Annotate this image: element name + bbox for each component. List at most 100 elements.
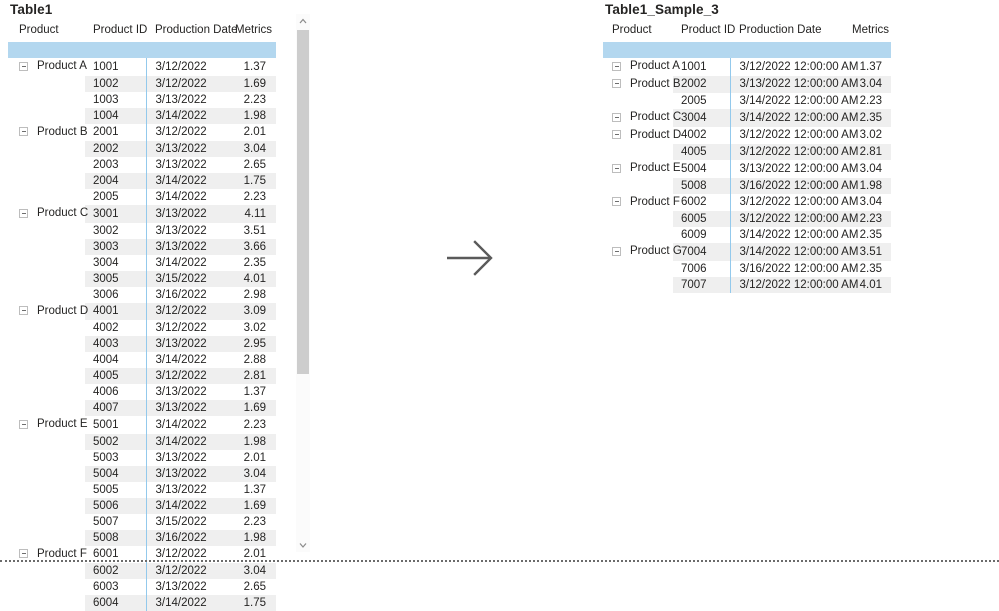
table-row[interactable]: 6005 3/12/2022 12:00:00 AM 2.23: [603, 211, 891, 227]
minus-box-icon[interactable]: [612, 112, 621, 122]
table-row[interactable]: 4002 3/12/2022 3.02: [8, 320, 276, 336]
cell-product: Product E: [8, 416, 88, 434]
table-row[interactable]: 2004 3/14/2022 1.75: [8, 173, 276, 189]
table-row[interactable]: 6009 3/14/2022 12:00:00 AM 2.35: [603, 227, 891, 243]
table-row[interactable]: Product A 1001 3/12/2022 1.37: [8, 58, 276, 76]
cell-product: [8, 368, 85, 384]
minus-box-icon[interactable]: [612, 197, 621, 206]
table-row[interactable]: 4007 3/13/2022 1.69: [8, 400, 276, 416]
minus-box-icon[interactable]: [19, 61, 28, 71]
left-header-rule: [8, 42, 276, 58]
cell-product: [8, 352, 85, 368]
table-row[interactable]: 2005 3/14/2022 12:00:00 AM 2.23: [603, 93, 891, 109]
minus-box-icon[interactable]: [19, 127, 28, 136]
row-group-toggle[interactable]: Product D: [19, 303, 88, 319]
table-row[interactable]: 5008 3/16/2022 1.98: [8, 529, 276, 546]
left-col-header-product-id[interactable]: Product ID: [85, 21, 147, 42]
table-row[interactable]: 4003 3/13/2022 2.95: [8, 336, 276, 352]
left-col-header-metrics[interactable]: Metrics: [235, 21, 276, 42]
scrollbar-thumb[interactable]: [297, 30, 309, 374]
scroll-down-chevron-down-icon[interactable]: [296, 538, 310, 552]
table-row[interactable]: 3004 3/14/2022 2.35: [8, 254, 276, 271]
right-col-header-product-id[interactable]: Product ID: [673, 21, 735, 42]
table-row[interactable]: 3006 3/16/2022 2.98: [8, 286, 276, 303]
minus-box-icon[interactable]: [19, 306, 28, 315]
table-row[interactable]: 3003 3/13/2022 3.66: [8, 238, 276, 255]
table-row[interactable]: 5005 3/13/2022 1.37: [8, 481, 276, 498]
table-row[interactable]: Product E 5001 3/14/2022 2.23: [8, 416, 276, 434]
table-row[interactable]: 2005 3/14/2022 2.23: [8, 189, 276, 205]
right-col-header-metrics[interactable]: Metrics: [852, 21, 891, 42]
left-table-visual[interactable]: Table1 Product Product ID Production Dat…: [8, 2, 276, 611]
table-row[interactable]: 3002 3/13/2022 3.51: [8, 222, 276, 239]
cell-metrics: 2.23: [243, 93, 266, 106]
row-group-toggle[interactable]: Product B: [19, 124, 88, 140]
table-row[interactable]: Product C 3004 3/14/2022 12:00:00 AM 2.35: [603, 109, 891, 127]
table-row[interactable]: Product F 6002 3/12/2022 12:00:00 AM 3.04: [603, 193, 891, 211]
cell-production-date: 3/12/2022: [145, 563, 235, 579]
table-row[interactable]: Product C 3001 3/13/2022 4.11: [8, 205, 276, 223]
row-group-toggle[interactable]: Product F: [612, 194, 680, 210]
table-row[interactable]: 5002 3/14/2022 1.98: [8, 433, 276, 450]
table-row[interactable]: Product E 5004 3/13/2022 12:00:00 AM 3.04: [603, 160, 891, 178]
minus-box-icon[interactable]: [19, 549, 28, 558]
minus-box-icon[interactable]: [612, 246, 621, 256]
table-row[interactable]: 7007 3/12/2022 12:00:00 AM 4.01: [603, 276, 891, 293]
table-row[interactable]: 4005 3/12/2022 2.81: [8, 368, 276, 384]
product-group-label: Product E: [37, 418, 88, 430]
table-row[interactable]: 2003 3/13/2022 2.65: [8, 157, 276, 173]
table-row[interactable]: 5007 3/15/2022 2.23: [8, 513, 276, 530]
minus-box-icon[interactable]: [19, 419, 28, 429]
row-group-toggle[interactable]: Product B: [612, 76, 681, 92]
left-table-body[interactable]: Product A 1001 3/12/2022 1.37 1002 3/12/2022 1…: [8, 58, 276, 611]
table-row[interactable]: Product D 4002 3/12/2022 12:00:00 AM 3.02: [603, 126, 891, 144]
right-table-visual[interactable]: Table1_Sample_3 Product Product ID Produ…: [603, 2, 891, 293]
right-table-body[interactable]: Product A 1001 3/12/2022 12:00:00 AM 1.37 Pr…: [603, 58, 891, 293]
row-group-toggle[interactable]: Product G: [612, 243, 682, 259]
table-row[interactable]: Product D 4001 3/12/2022 3.09: [8, 302, 276, 320]
cell-metrics: 1.37: [243, 386, 266, 398]
table-row[interactable]: Product B 2002 3/13/2022 12:00:00 AM 3.04: [603, 75, 891, 93]
table-row[interactable]: Product G 7004 3/14/2022 12:00:00 AM 3.51: [603, 243, 891, 261]
table-row[interactable]: 3005 3/15/2022 4.01: [8, 270, 276, 287]
row-group-toggle[interactable]: Product E: [612, 160, 681, 176]
table-row[interactable]: 2002 3/13/2022 3.04: [8, 141, 276, 157]
table-row[interactable]: 5006 3/14/2022 1.69: [8, 497, 276, 514]
row-group-toggle[interactable]: Product A: [612, 58, 680, 74]
right-col-header-production-date[interactable]: Production Date: [730, 21, 852, 42]
table-row[interactable]: Product B 2001 3/12/2022 2.01: [8, 123, 276, 141]
table-row[interactable]: 4005 3/12/2022 12:00:00 AM 2.81: [603, 144, 891, 160]
left-table-grid[interactable]: Product Product ID Production Date Metri…: [8, 21, 276, 611]
table-row[interactable]: 6004 3/14/2022 1.75: [8, 595, 276, 611]
left-col-header-product[interactable]: Product: [8, 21, 85, 42]
row-group-toggle[interactable]: Product C: [19, 205, 88, 221]
table-row[interactable]: 7006 3/16/2022 12:00:00 AM 2.35: [603, 260, 891, 277]
table-row[interactable]: Product A 1001 3/12/2022 12:00:00 AM 1.37: [603, 58, 891, 76]
row-group-toggle[interactable]: Product C: [612, 109, 681, 125]
minus-box-icon[interactable]: [612, 61, 621, 71]
row-group-toggle[interactable]: Product E: [19, 416, 88, 432]
table-row[interactable]: 6003 3/13/2022 2.65: [8, 579, 276, 595]
table-row[interactable]: 1003 3/13/2022 2.23: [8, 91, 276, 108]
cell-product: [8, 108, 85, 124]
left-col-header-production-date[interactable]: Production Date: [146, 21, 237, 42]
table-row[interactable]: 1004 3/14/2022 1.98: [8, 107, 276, 124]
minus-box-icon[interactable]: [612, 163, 621, 173]
table-row[interactable]: 1002 3/12/2022 1.69: [8, 75, 276, 92]
table-row[interactable]: 4004 3/14/2022 2.88: [8, 352, 276, 368]
table-row[interactable]: 5003 3/13/2022 2.01: [8, 449, 276, 466]
cell-product: [8, 255, 85, 271]
row-group-toggle[interactable]: Product A: [19, 58, 87, 74]
table-row[interactable]: 5004 3/13/2022 3.04: [8, 465, 276, 482]
minus-box-icon[interactable]: [612, 130, 621, 139]
right-col-header-product[interactable]: Product: [603, 21, 673, 42]
table-row[interactable]: 5008 3/16/2022 12:00:00 AM 1.98: [603, 177, 891, 194]
table-row[interactable]: 6002 3/12/2022 3.04: [8, 563, 276, 579]
scroll-up-chevron-up-icon[interactable]: [296, 14, 310, 28]
left-table-scrollbar[interactable]: [296, 14, 310, 552]
minus-box-icon[interactable]: [19, 208, 28, 218]
table-row[interactable]: 4006 3/13/2022 1.37: [8, 384, 276, 400]
minus-box-icon[interactable]: [612, 79, 621, 88]
row-group-toggle[interactable]: Product D: [612, 127, 681, 143]
right-table-grid[interactable]: Product Product ID Production Date Metri…: [603, 21, 891, 293]
